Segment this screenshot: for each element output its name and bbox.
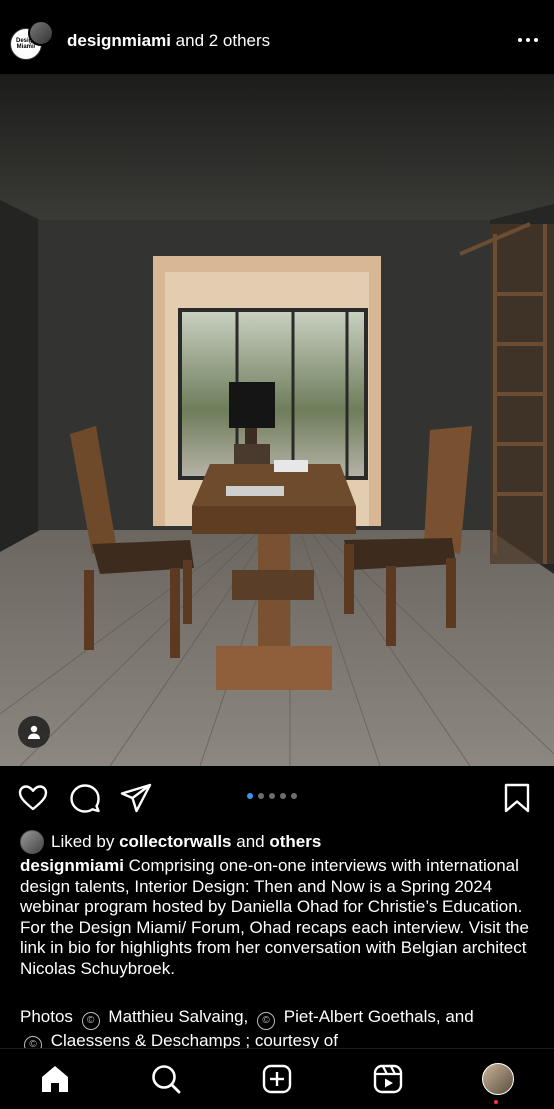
collaborator-avatar[interactable]: [28, 20, 54, 46]
comment-icon[interactable]: [69, 782, 101, 814]
credit-1: Matthieu Salvaing,: [108, 1007, 249, 1026]
interior-photo: [0, 74, 554, 766]
carousel-dot: [269, 793, 275, 799]
carousel-indicator: [247, 793, 297, 799]
likes-others[interactable]: others: [269, 832, 321, 852]
liker-avatar: [20, 830, 44, 854]
likes-prefix: Liked by: [51, 832, 115, 851]
copyright-icon: ©: [81, 1012, 100, 1030]
notification-dot: [494, 1100, 498, 1104]
carousel-dot-active: [247, 793, 253, 799]
liker-username[interactable]: collectorwalls: [119, 832, 231, 852]
credits-label: Photos: [20, 1007, 73, 1026]
credit-2: Piet-Albert Goethals, and: [283, 1007, 474, 1026]
post-authors[interactable]: designmiami and 2 others: [67, 31, 270, 51]
likes-summary[interactable]: Liked by collectorwalls and others: [20, 830, 321, 854]
status-strip: [0, 0, 554, 23]
reels-icon[interactable]: [372, 1063, 404, 1095]
post-image[interactable]: [0, 74, 554, 766]
co-authors[interactable]: and 2 others: [176, 31, 271, 50]
search-icon[interactable]: [150, 1063, 182, 1095]
author-username[interactable]: designmiami: [67, 31, 171, 50]
post-header: Design Miami/ designmiami and 2 others: [0, 20, 554, 74]
more-icon[interactable]: [518, 38, 538, 42]
carousel-dot: [258, 793, 264, 799]
photo-credits: Photos © Matthieu Salvaing, © Piet-Alber…: [20, 1006, 540, 1054]
heart-icon[interactable]: [17, 782, 49, 814]
caption-username[interactable]: designmiami: [20, 856, 124, 875]
bookmark-icon[interactable]: [501, 782, 533, 814]
bottom-nav: [0, 1048, 554, 1109]
tag-people-icon[interactable]: [18, 716, 50, 748]
post-actions: [0, 766, 554, 830]
home-icon[interactable]: [39, 1063, 71, 1095]
likes-joiner: and: [236, 832, 265, 851]
post-caption: designmiami Comprising one-on-one interv…: [20, 856, 540, 979]
share-icon[interactable]: [120, 782, 152, 814]
carousel-dot: [291, 793, 297, 799]
copyright-icon: ©: [257, 1012, 276, 1030]
carousel-dot: [280, 793, 286, 799]
create-icon[interactable]: [261, 1063, 293, 1095]
profile-avatar[interactable]: [482, 1063, 514, 1095]
